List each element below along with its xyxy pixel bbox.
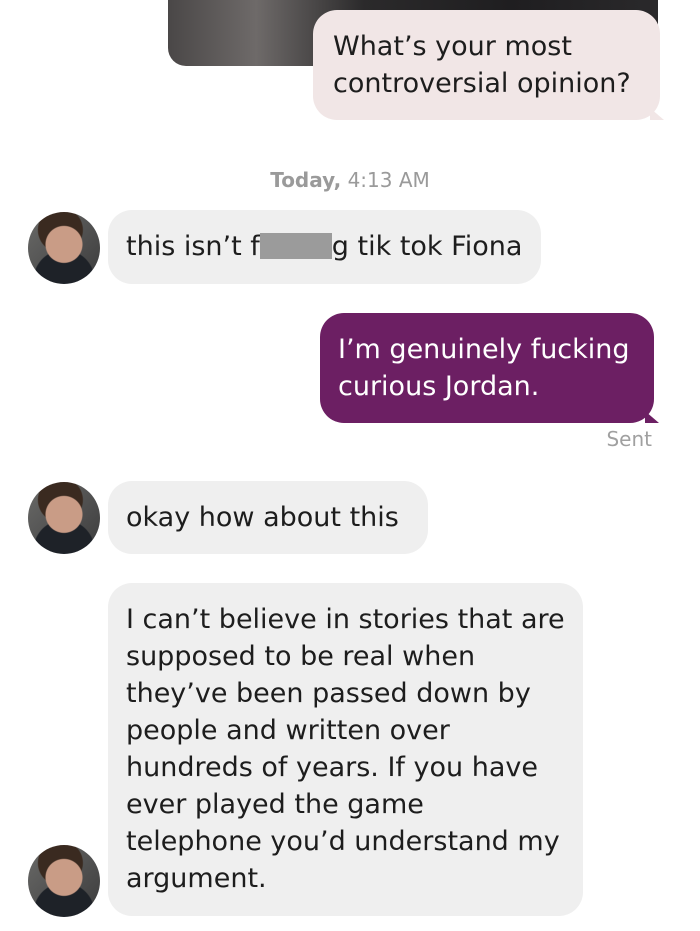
bubble-tail bbox=[650, 108, 664, 120]
avatar[interactable] bbox=[28, 482, 100, 554]
incoming-message-bubble[interactable]: okay how about this bbox=[108, 481, 428, 554]
message-timestamp: Today, 4:13 AM bbox=[0, 168, 700, 192]
bubble-tail bbox=[645, 411, 659, 423]
outgoing-message-bubble[interactable]: What’s your most controversial opinion? bbox=[313, 10, 660, 120]
outgoing-message-bubble[interactable]: I’m genuinely fucking curious Jordan. bbox=[320, 313, 654, 423]
chat-screen: What’s your most controversial opinion? … bbox=[0, 0, 700, 931]
message-text: I can’t believe in stories that are supp… bbox=[126, 604, 565, 894]
avatar[interactable] bbox=[28, 845, 100, 917]
avatar[interactable] bbox=[28, 212, 100, 284]
message-text: What’s your most controversial opinion? bbox=[333, 31, 631, 99]
timestamp-time: 4:13 AM bbox=[347, 168, 430, 192]
message-text: I’m genuinely fucking curious Jordan. bbox=[338, 334, 630, 402]
timestamp-day: Today, bbox=[270, 168, 342, 192]
incoming-message-bubble[interactable]: this isn’t f g tik tok Fiona bbox=[108, 210, 541, 284]
delivery-status: Sent bbox=[606, 427, 652, 451]
message-text: okay how about this bbox=[126, 502, 399, 533]
message-text-part: this isn’t f bbox=[126, 231, 260, 262]
censor-block-icon bbox=[259, 233, 332, 259]
incoming-message-bubble[interactable]: I can’t believe in stories that are supp… bbox=[108, 583, 583, 916]
message-text-part: g tik tok Fiona bbox=[331, 231, 523, 262]
